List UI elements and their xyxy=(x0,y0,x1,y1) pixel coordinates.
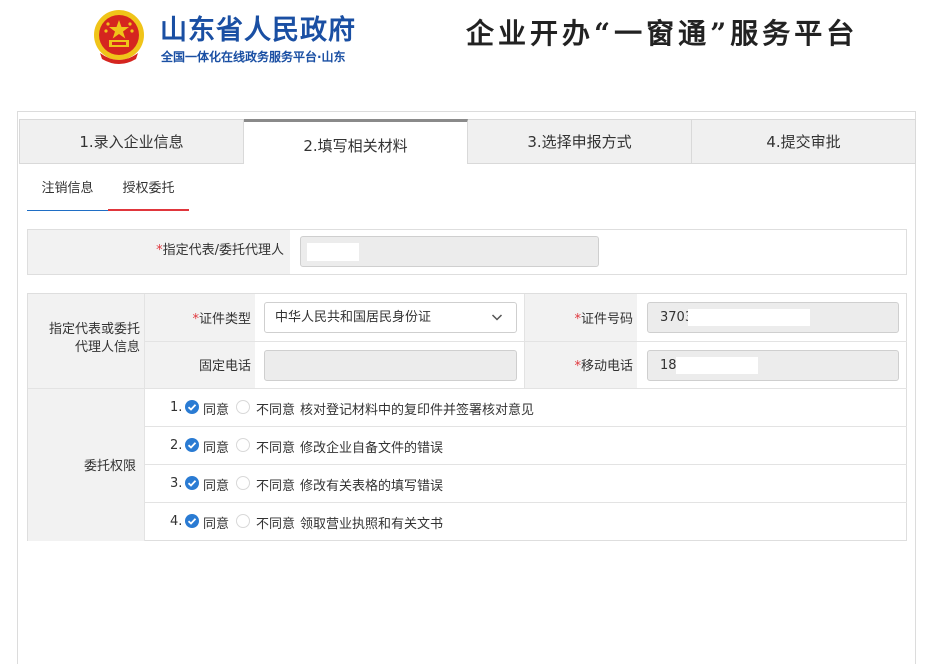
id-type-value: 中华人民共和国居民身份证 xyxy=(275,310,432,325)
disagree-radio[interactable] xyxy=(236,400,250,414)
permission-number: 4. xyxy=(170,514,183,529)
disagree-label: 不同意 xyxy=(256,403,296,418)
step-tab-1[interactable]: 1.录入企业信息 xyxy=(19,119,244,164)
disagree-label: 不同意 xyxy=(256,517,296,532)
platform-title: 企业开办“一窗通”服务平台 xyxy=(466,17,859,50)
main-panel: 1.录入企业信息 2.填写相关材料 3.选择申报方式 4.提交审批 注销信息 授… xyxy=(17,111,916,664)
page-header: 山东省人民政府 全国一体化在线政务服务平台·山东 企业开办“一窗通”服务平台 xyxy=(0,0,927,80)
id-number-input[interactable]: 3703 xyxy=(647,302,899,333)
subtab-cancellation-info[interactable]: 注销信息 xyxy=(27,178,108,211)
redacted-value xyxy=(676,357,758,374)
agree-radio-checked-icon[interactable] xyxy=(185,514,199,528)
agree-label: 同意 xyxy=(203,479,230,494)
chevron-down-icon xyxy=(491,314,503,321)
divider xyxy=(145,341,907,342)
permission-number: 2. xyxy=(170,438,183,453)
id-type-select[interactable]: 中华人民共和国居民身份证 xyxy=(264,302,517,333)
sub-tabs: 注销信息 授权委托 xyxy=(27,178,189,211)
agree-radio-checked-icon[interactable] xyxy=(185,438,199,452)
id-number-label-cell: *证件号码 xyxy=(525,294,637,341)
permission-number: 1. xyxy=(170,400,183,415)
subtab-authorization[interactable]: 授权委托 xyxy=(108,178,189,211)
permission-text: 修改有关表格的填写错误 xyxy=(300,479,444,494)
agent-info-section-label: 指定代表或委托代理人信息 xyxy=(48,322,140,355)
id-type-label: *证件类型 xyxy=(192,308,251,327)
permission-text: 核对登记材料中的复印件并签署核对意见 xyxy=(300,403,535,418)
agree-radio-checked-icon[interactable] xyxy=(185,476,199,490)
mobile-label-text: 移动电话 xyxy=(580,359,633,374)
id-number-label: *证件号码 xyxy=(574,308,633,327)
id-type-label-cell: *证件类型 xyxy=(145,294,255,341)
disagree-label: 不同意 xyxy=(256,479,296,494)
national-emblem-icon xyxy=(94,10,144,64)
agree-label: 同意 xyxy=(203,403,230,418)
step-tabs: 1.录入企业信息 2.填写相关材料 3.选择申报方式 4.提交审批 xyxy=(19,119,916,164)
agree-radio-checked-icon[interactable] xyxy=(185,400,199,414)
redacted-value xyxy=(688,309,810,326)
mobile-label: *移动电话 xyxy=(574,355,633,374)
mobile-value: 18 xyxy=(660,358,677,373)
agent-label: *指定代表/委托代理人 xyxy=(28,230,290,274)
disagree-radio[interactable] xyxy=(236,438,250,452)
id-number-label-text: 证件号码 xyxy=(580,312,633,327)
permissions-section-cell: 委托权限 xyxy=(28,389,144,541)
mobile-label-cell: *移动电话 xyxy=(525,342,637,388)
step-tab-2[interactable]: 2.填写相关材料 xyxy=(244,119,468,164)
permissions-section-label: 委托权限 xyxy=(83,459,136,474)
permission-row: 3. 同意 不同意 修改有关表格的填写错误 xyxy=(145,465,907,503)
permission-number: 3. xyxy=(170,476,183,491)
agent-name-input[interactable] xyxy=(300,236,599,267)
permission-row: 1. 同意 不同意 核对登记材料中的复印件并签署核对意见 xyxy=(145,389,907,427)
landline-input[interactable] xyxy=(264,350,517,381)
government-name: 山东省人民政府 xyxy=(160,15,356,46)
step-tab-3[interactable]: 3.选择申报方式 xyxy=(468,119,692,164)
disagree-label: 不同意 xyxy=(256,441,296,456)
disagree-radio[interactable] xyxy=(236,476,250,490)
redacted-value xyxy=(307,243,359,261)
agent-info-section-cell: 指定代表或委托代理人信息 xyxy=(28,294,144,388)
agent-label-text: 指定代表/委托代理人 xyxy=(162,243,284,258)
step-tab-4[interactable]: 4.提交审批 xyxy=(692,119,916,164)
agent-info-table: 指定代表或委托代理人信息 *证件类型 固定电话 *证件号码 *移动电话 委托权限… xyxy=(27,293,907,541)
id-type-label-text: 证件类型 xyxy=(198,312,251,327)
agree-label: 同意 xyxy=(203,441,230,456)
agent-section: *指定代表/委托代理人 xyxy=(27,229,907,275)
permission-text: 修改企业自备文件的错误 xyxy=(300,441,444,456)
mobile-input[interactable]: 18 xyxy=(647,350,899,381)
permission-row: 2. 同意 不同意 修改企业自备文件的错误 xyxy=(145,427,907,465)
government-subtitle: 全国一体化在线政务服务平台·山东 xyxy=(161,50,346,64)
disagree-radio[interactable] xyxy=(236,514,250,528)
agree-label: 同意 xyxy=(203,517,230,532)
permission-text: 领取营业执照和有关文书 xyxy=(300,517,444,532)
landline-label-cell: 固定电话 xyxy=(145,342,255,388)
landline-label: 固定电话 xyxy=(198,359,251,374)
permission-row: 4. 同意 不同意 领取营业执照和有关文书 xyxy=(145,503,907,541)
